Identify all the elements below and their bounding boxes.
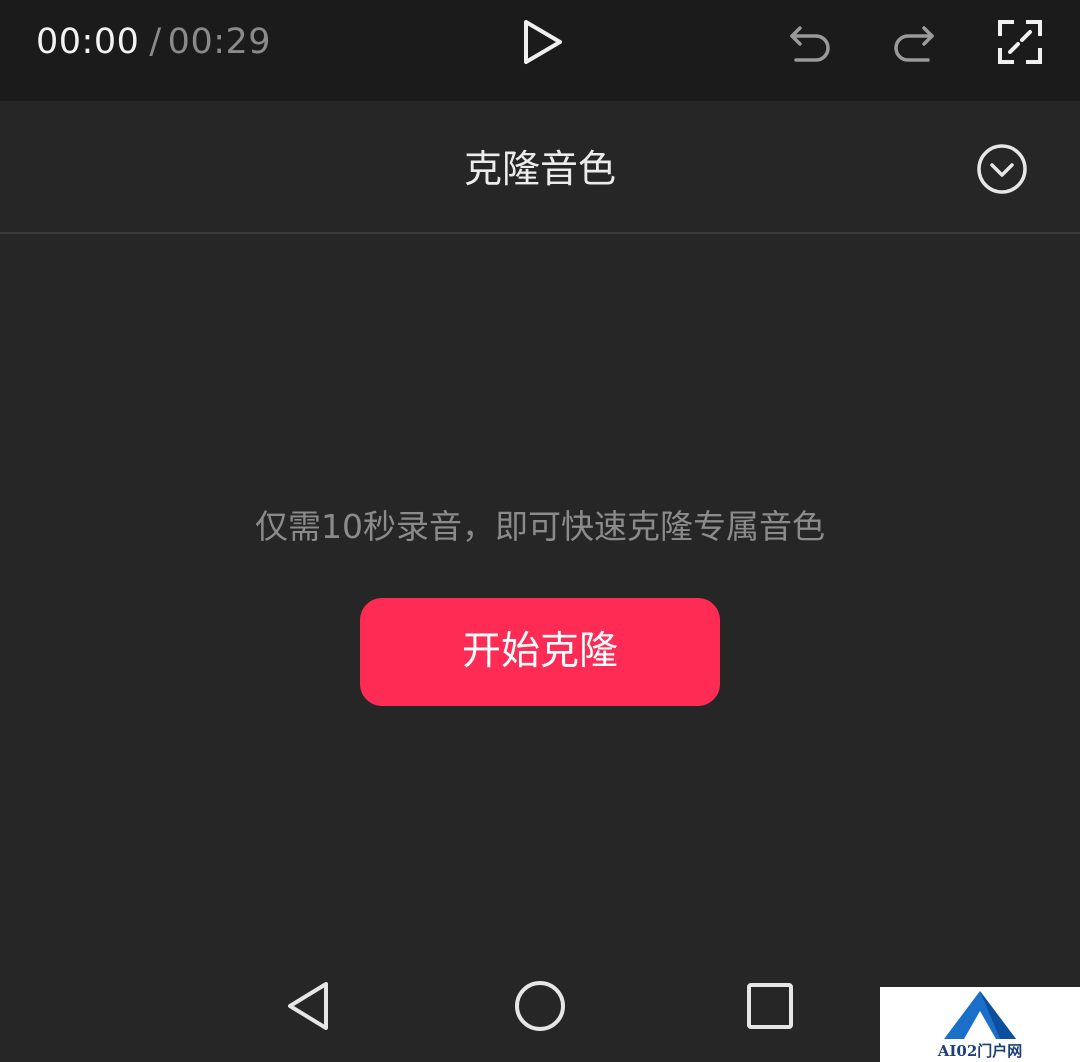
player-toolbar: 00:00/00:29 bbox=[0, 0, 1080, 101]
recent-square-icon[interactable] bbox=[742, 978, 798, 1034]
page-title: 克隆音色 bbox=[463, 147, 616, 191]
back-triangle-icon[interactable] bbox=[282, 978, 338, 1034]
chevron-down-circle-icon[interactable] bbox=[976, 143, 1028, 195]
redo-icon[interactable] bbox=[890, 20, 938, 68]
time-separator: / bbox=[149, 22, 162, 62]
playback-time: 00:00/00:29 bbox=[36, 20, 271, 64]
undo-icon[interactable] bbox=[786, 20, 834, 68]
start-clone-button[interactable]: 开始克隆 bbox=[360, 598, 720, 706]
fullscreen-icon[interactable] bbox=[996, 18, 1044, 66]
watermark-logo-icon bbox=[940, 989, 1020, 1041]
duration-time: 00:29 bbox=[167, 22, 272, 62]
watermark-text: AI02门户网 bbox=[937, 1042, 1023, 1060]
clone-voice-screen: 00:00/00:29 克隆音色 仅需10秒录音，即可快速克隆专属音色 开始克隆… bbox=[0, 0, 1080, 1062]
play-icon[interactable] bbox=[518, 18, 566, 66]
panel-header: 克隆音色 bbox=[0, 101, 1080, 234]
clone-hint-text: 仅需10秒录音，即可快速克隆专属音色 bbox=[255, 507, 825, 546]
current-time: 00:00 bbox=[36, 22, 140, 62]
home-circle-icon[interactable] bbox=[512, 978, 568, 1034]
site-watermark: AI02门户网 bbox=[880, 987, 1080, 1062]
